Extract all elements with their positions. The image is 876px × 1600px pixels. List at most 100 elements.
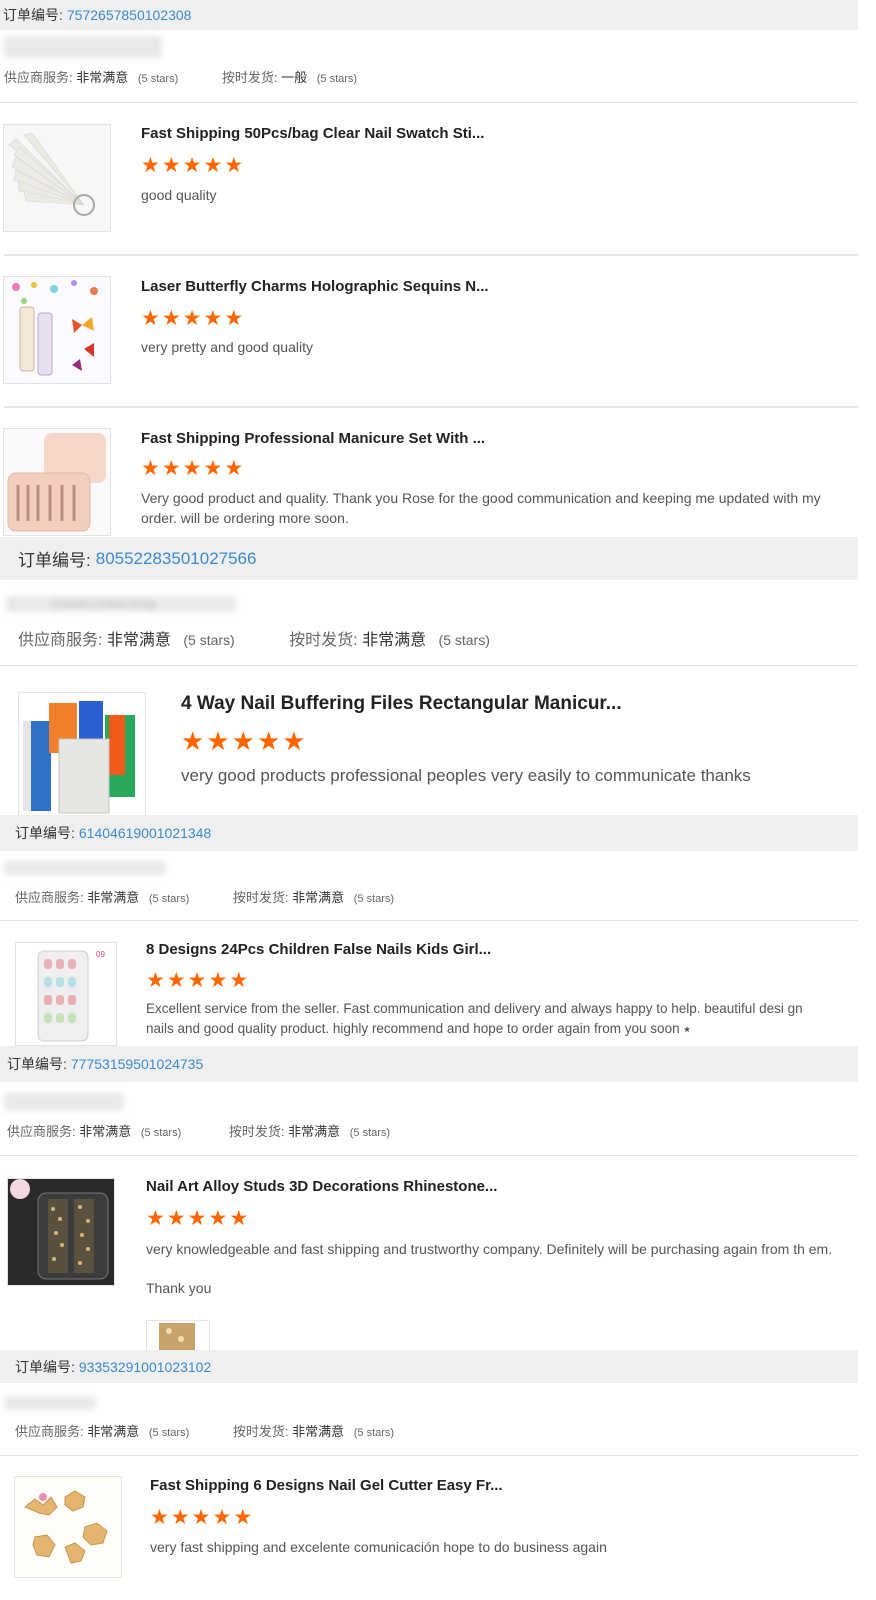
nail-swatch-image xyxy=(4,125,110,231)
product-thumbnail[interactable] xyxy=(14,1476,122,1578)
delivery-value: 非常满意 xyxy=(362,632,427,649)
delivery-stars-note: (5 stars) xyxy=(349,1127,391,1139)
star-icon: ★ xyxy=(203,307,223,330)
star-icon: ★ xyxy=(208,969,228,992)
review-item: Fast Shipping Professional Manicure Set … xyxy=(0,408,858,537)
shop-ratings: 供应商服务: 非常满意 (5 stars) 按时发货: 非常满意 (5 star… xyxy=(7,1121,858,1140)
supplier-service-value: 非常满意 xyxy=(87,1424,140,1439)
review-comment: Very good product and quality. Thank you… xyxy=(141,490,821,527)
order-header: 订单编号: 77753159501024735 xyxy=(0,1046,858,1082)
review-photo-image xyxy=(147,1321,209,1351)
supplier-stars-note: (5 stars) xyxy=(148,893,190,905)
review-comment-line2: Thank you xyxy=(146,1280,212,1296)
star-icon: ★ xyxy=(212,1506,232,1529)
product-thumbnail[interactable] xyxy=(3,276,111,384)
order-number-link[interactable]: 80552283501027566 xyxy=(96,549,257,569)
star-icon: ★ xyxy=(146,969,165,992)
order-number-label: 订单编号: xyxy=(15,1358,75,1375)
delivery-stars-note: (5 stars) xyxy=(316,73,358,85)
supplier-stars-note: (5 stars) xyxy=(137,73,179,85)
buyer-info-blurred xyxy=(4,36,162,58)
false-nails-image: 09 xyxy=(16,943,116,1045)
product-thumbnail[interactable] xyxy=(7,1178,115,1286)
product-title[interactable]: Fast Shipping 6 Designs Nail Gel Cutter … xyxy=(150,1477,503,1494)
product-title[interactable]: Laser Butterfly Charms Holographic Sequi… xyxy=(141,278,489,295)
manicure-set-image xyxy=(4,429,110,535)
star-icon: ★ xyxy=(161,307,181,330)
product-thumbnail[interactable] xyxy=(18,692,146,816)
star-icon: ★ xyxy=(166,969,186,992)
star-icon: ★ xyxy=(141,307,160,330)
review-comment: very pretty and good quality xyxy=(141,339,313,355)
nail-buffer-image xyxy=(19,693,145,815)
star-rating: ★ ★ ★ ★ ★ xyxy=(146,970,248,991)
supplier-service-label: 供应商服务: xyxy=(15,890,84,905)
order-number-label: 订单编号: xyxy=(7,1056,67,1072)
review-item: 4 Way Nail Buffering Files Rectangular M… xyxy=(0,666,858,816)
supplier-stars-note: (5 stars) xyxy=(148,1427,190,1439)
product-thumbnail[interactable]: 09 xyxy=(15,942,117,1046)
star-icon: ★ xyxy=(166,1207,186,1230)
star-icon: ★ xyxy=(256,726,281,756)
star-icon: ★ xyxy=(203,457,223,480)
product-title[interactable]: 8 Designs 24Pcs Children False Nails Kid… xyxy=(146,941,491,958)
product-title[interactable]: Nail Art Alloy Studs 3D Decorations Rhin… xyxy=(146,1178,497,1195)
product-thumbnail[interactable] xyxy=(3,428,111,536)
delivery-label: 按时发货: xyxy=(232,890,289,905)
review-photo[interactable] xyxy=(146,1320,210,1352)
star-rating: ★ ★ ★ ★ ★ xyxy=(141,155,243,176)
supplier-service-label: 供应商服务: xyxy=(7,1124,76,1139)
delivery-value: 一般 xyxy=(281,70,308,85)
supplier-stars-note: (5 stars) xyxy=(140,1127,182,1139)
order-block: 订单编号: 61404619001021348 供应商服务: 非常满意 (5 s… xyxy=(0,815,858,1046)
nail-studs-image xyxy=(8,1179,114,1285)
shop-ratings: 供应商服务: 非常满意 (5 stars) 按时发货: 非常满意 (5 star… xyxy=(15,1421,858,1440)
order-header: 订单编号: 61404619001021348 xyxy=(0,815,858,851)
shop-ratings: 供应商服务: 非常满意 (5 stars) 按时发货: 非常满意 (5 star… xyxy=(15,887,858,906)
star-icon: ★ xyxy=(181,726,205,756)
star-rating: ★ ★ ★ ★ ★ xyxy=(181,728,306,754)
star-icon: ★ xyxy=(182,307,202,330)
svg-text:09: 09 xyxy=(96,950,105,959)
supplier-service-value: 非常满意 xyxy=(106,632,171,649)
shop-ratings: 供应商服务: 非常满意 (5 stars) 按时发货: 一般 (5 stars) xyxy=(4,67,858,86)
order-header: 订单编号: 80552283501027566 xyxy=(0,537,858,580)
star-icon: ★ xyxy=(182,154,202,177)
star-icon: ★ xyxy=(141,154,160,177)
star-icon: ★ xyxy=(282,726,306,756)
product-title[interactable]: Fast Shipping Professional Manicure Set … xyxy=(141,430,485,447)
butterfly-charms-image xyxy=(4,277,110,383)
star-rating: ★ ★ ★ ★ ★ xyxy=(150,1507,252,1528)
order-number-link[interactable]: 77753159501024735 xyxy=(71,1056,203,1072)
review-comment: good quality xyxy=(141,187,217,203)
buyer-info-blurred: Oviedo,United King xyxy=(6,596,236,612)
order-number-link[interactable]: 93353291001023102 xyxy=(79,1359,211,1375)
order-header: 订单编号: 93353291001023102 xyxy=(0,1350,858,1383)
supplier-service-label: 供应商服务: xyxy=(4,70,73,85)
star-icon: ★ xyxy=(203,154,223,177)
star-icon: ★ xyxy=(229,969,249,992)
order-header: 订单编号: 7572657850102308 xyxy=(0,0,858,30)
star-icon: ★ xyxy=(208,1207,228,1230)
star-icon: ★ xyxy=(224,457,244,480)
star-icon: ★ xyxy=(233,1506,253,1529)
supplier-stars-note: (5 stars) xyxy=(183,632,235,648)
product-title[interactable]: 4 Way Nail Buffering Files Rectangular M… xyxy=(181,693,622,715)
review-item: Nail Art Alloy Studs 3D Decorations Rhin… xyxy=(0,1156,858,1352)
order-number-link[interactable]: 7572657850102308 xyxy=(67,7,192,23)
review-comment: Excellent service from the seller. Fast … xyxy=(146,1001,803,1036)
product-thumbnail[interactable] xyxy=(3,124,111,232)
order-number-label: 订单编号: xyxy=(3,7,63,23)
order-number-link[interactable]: 61404619001021348 xyxy=(79,825,211,841)
supplier-service-label: 供应商服务: xyxy=(15,1424,84,1439)
order-number-label: 订单编号: xyxy=(18,551,91,570)
nail-gel-cutter-image xyxy=(15,1477,121,1577)
review-item: 09 8 Designs 24Pcs Children False Nails … xyxy=(0,921,858,1046)
buyer-info-blurred xyxy=(4,1396,96,1410)
delivery-label: 按时发货: xyxy=(228,1124,285,1139)
order-block: 订单编号: 80552283501027566 Oviedo,United Ki… xyxy=(0,537,858,816)
star-icon: ★ xyxy=(150,1506,169,1529)
order-block: 订单编号: 77753159501024735 供应商服务: 非常满意 (5 s… xyxy=(0,1046,858,1352)
star-icon: ★ xyxy=(161,154,181,177)
product-title[interactable]: Fast Shipping 50Pcs/bag Clear Nail Swatc… xyxy=(141,125,484,142)
